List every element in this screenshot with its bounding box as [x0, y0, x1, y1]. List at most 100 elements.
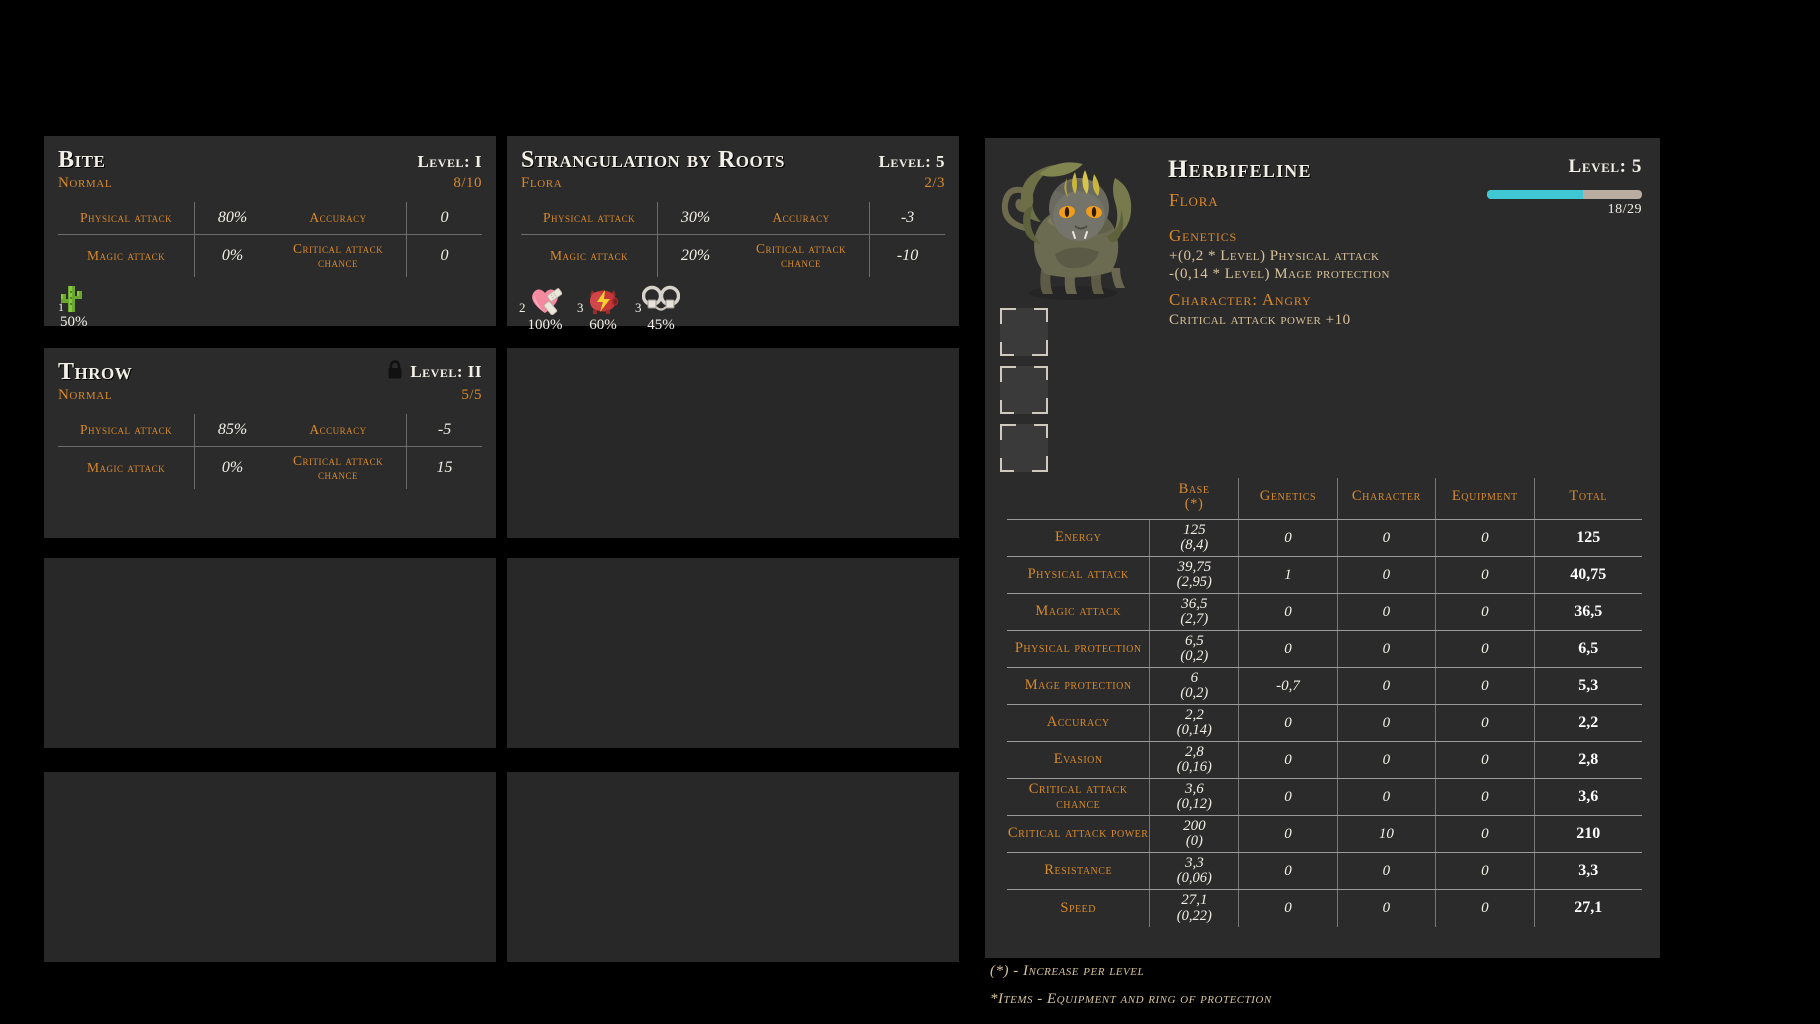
column-header-equipment: Equipment [1435, 478, 1535, 520]
character-line: Critical attack power +10 [1169, 312, 1351, 328]
cactus-icon [58, 283, 118, 313]
stat-row-name: Physical attack [1007, 556, 1151, 594]
effect-chance: 60% [589, 317, 617, 334]
stat-label: Physical attack [58, 202, 195, 235]
stat-character: 0 [1337, 630, 1437, 668]
stat-character: 0 [1337, 593, 1437, 631]
skill-stat-grid: Physical attack 85% Accuracy -5 Magic at… [58, 414, 482, 490]
stat-character: 0 [1337, 741, 1437, 779]
stat-value: 85% [194, 414, 270, 447]
character-heading: Character: Angry [1169, 290, 1312, 309]
empty-skill-slot[interactable] [507, 348, 959, 538]
stat-character: 0 [1337, 556, 1437, 594]
effect-count: 1 [58, 300, 64, 315]
stat-row-name: Critical attack power [1007, 815, 1151, 853]
stat-value: -10 [869, 234, 945, 278]
table-row: Physical attack 30% Accuracy -3 [521, 202, 945, 235]
stat-row-name: Mage protection [1007, 667, 1151, 705]
stat-total: 40,75 [1534, 556, 1642, 594]
skill-card-bite[interactable]: Bite Level: I Normal 8/10 Physical attac… [44, 136, 496, 330]
skill-card-strangulation-by-roots[interactable]: Strangulation by Roots Level: 5 Flora 2/… [507, 136, 959, 333]
stat-label: Magic attack [86, 460, 166, 476]
stat-total: 36,5 [1534, 593, 1642, 631]
effect-count: 2 [519, 300, 526, 316]
table-row: Physical attack 80% Accuracy 0 [58, 202, 482, 235]
stat-genetics: 0 [1238, 704, 1338, 742]
stat-base: 27,1 (0,22) [1149, 889, 1240, 927]
stat-label: Accuracy [269, 202, 407, 235]
effect-count: 3 [635, 300, 642, 316]
status-effect[interactable]: 3 45% [635, 283, 685, 334]
stat-total: 2,8 [1534, 741, 1642, 779]
stat-value: 0 [406, 234, 482, 278]
column-header-base: Base (*) [1149, 478, 1240, 520]
stat-row-name: Evasion [1007, 741, 1151, 779]
table-row: Physical protection 6,5 (0,2) 0 0 0 6,5 [1007, 630, 1642, 668]
effect-chance: 100% [527, 317, 563, 334]
stat-total: 5,3 [1534, 667, 1642, 705]
stat-value: 30% [657, 202, 733, 235]
stat-label: Accuracy [269, 414, 407, 447]
stat-character: 0 [1337, 852, 1437, 890]
empty-skill-slot[interactable] [44, 558, 496, 748]
game-stats-screen: Bite Level: I Normal 8/10 Physical attac… [0, 0, 1820, 1024]
stat-base: 6 (0,2) [1149, 667, 1240, 705]
equipment-slot[interactable] [1000, 308, 1048, 356]
stat-genetics: 0 [1238, 741, 1338, 779]
equipment-slot[interactable] [1000, 424, 1048, 472]
skill-uses: 2/3 [924, 175, 945, 191]
stat-value: -3 [869, 202, 945, 235]
empty-skill-slot[interactable] [507, 558, 959, 748]
stat-base: 3,3 (0,06) [1149, 852, 1240, 890]
genetics-heading: Genetics [1169, 226, 1238, 245]
skill-card-header: Throw Level: II [58, 360, 482, 384]
stat-base: 125 (8,4) [1149, 519, 1240, 557]
stat-base: 200 (0) [1149, 815, 1240, 853]
stat-base: 6,5 (0,2) [1149, 630, 1240, 668]
stat-equipment: 0 [1435, 889, 1535, 927]
stat-value: 80% [194, 202, 270, 235]
stat-label: Physical attack [58, 414, 195, 447]
footnote-items: *Items - Equipment and ring of protectio… [990, 991, 1272, 1007]
table-row: Speed 27,1 (0,22) 0 0 0 27,1 [1007, 889, 1642, 927]
stat-equipment: 0 [1435, 667, 1535, 705]
skill-level: Level: 5 [878, 152, 945, 171]
stat-row-name: Magic attack [1007, 593, 1151, 631]
stat-equipment: 0 [1435, 741, 1535, 779]
skill-subheader: Flora 2/3 [521, 175, 945, 192]
column-header-name [1007, 478, 1150, 520]
status-effect[interactable]: 2 100% [519, 283, 569, 334]
table-row: Critical attack chance 3,6 (0,12) 0 0 0 3,6 [1007, 778, 1642, 816]
status-effect[interactable]: 1 50% [58, 283, 118, 331]
stat-label: Critical attack chance [292, 453, 384, 483]
footnote-increase-per-level: (*) - Increase per level [990, 963, 1145, 979]
skill-card-throw[interactable]: Throw Level: II Normal 5/5 Physical atta… [44, 348, 496, 538]
empty-skill-slot[interactable] [507, 772, 959, 962]
stat-label: Magic attack [549, 248, 629, 264]
stat-genetics: 0 [1238, 593, 1338, 631]
stat-base: 39,75 (2,95) [1149, 556, 1240, 594]
column-header-character: Character [1337, 478, 1437, 520]
skill-type: Normal [58, 175, 113, 191]
stat-value: 0 [406, 202, 482, 235]
stat-row-name: Critical attack chance [1007, 778, 1151, 816]
equipment-slot[interactable] [1000, 366, 1048, 414]
table-row: Evasion 2,8 (0,16) 0 0 0 2,8 [1007, 741, 1642, 779]
stat-total: 210 [1534, 815, 1642, 853]
skill-name: Bite [58, 147, 106, 173]
table-row: Magic attack 0% Critical attack chance 0 [58, 234, 482, 278]
empty-skill-slot[interactable] [44, 772, 496, 962]
skill-level: Level: I [417, 152, 482, 171]
skill-subheader: Normal 8/10 [58, 175, 482, 192]
stat-character: 0 [1337, 704, 1437, 742]
status-effect[interactable]: 3 60% [577, 283, 627, 334]
stat-value: 20% [657, 234, 733, 278]
skill-card-header: Strangulation by Roots Level: 5 [521, 148, 945, 172]
stat-row-name: Resistance [1007, 852, 1151, 890]
creature-type: Flora [1169, 190, 1219, 210]
handcuffs-icon [637, 283, 685, 315]
stat-equipment: 0 [1435, 519, 1535, 557]
stat-base: 2,2 (0,14) [1149, 704, 1240, 742]
stat-row-name: Accuracy [1007, 704, 1151, 742]
table-row: Accuracy 2,2 (0,14) 0 0 0 2,2 [1007, 704, 1642, 742]
